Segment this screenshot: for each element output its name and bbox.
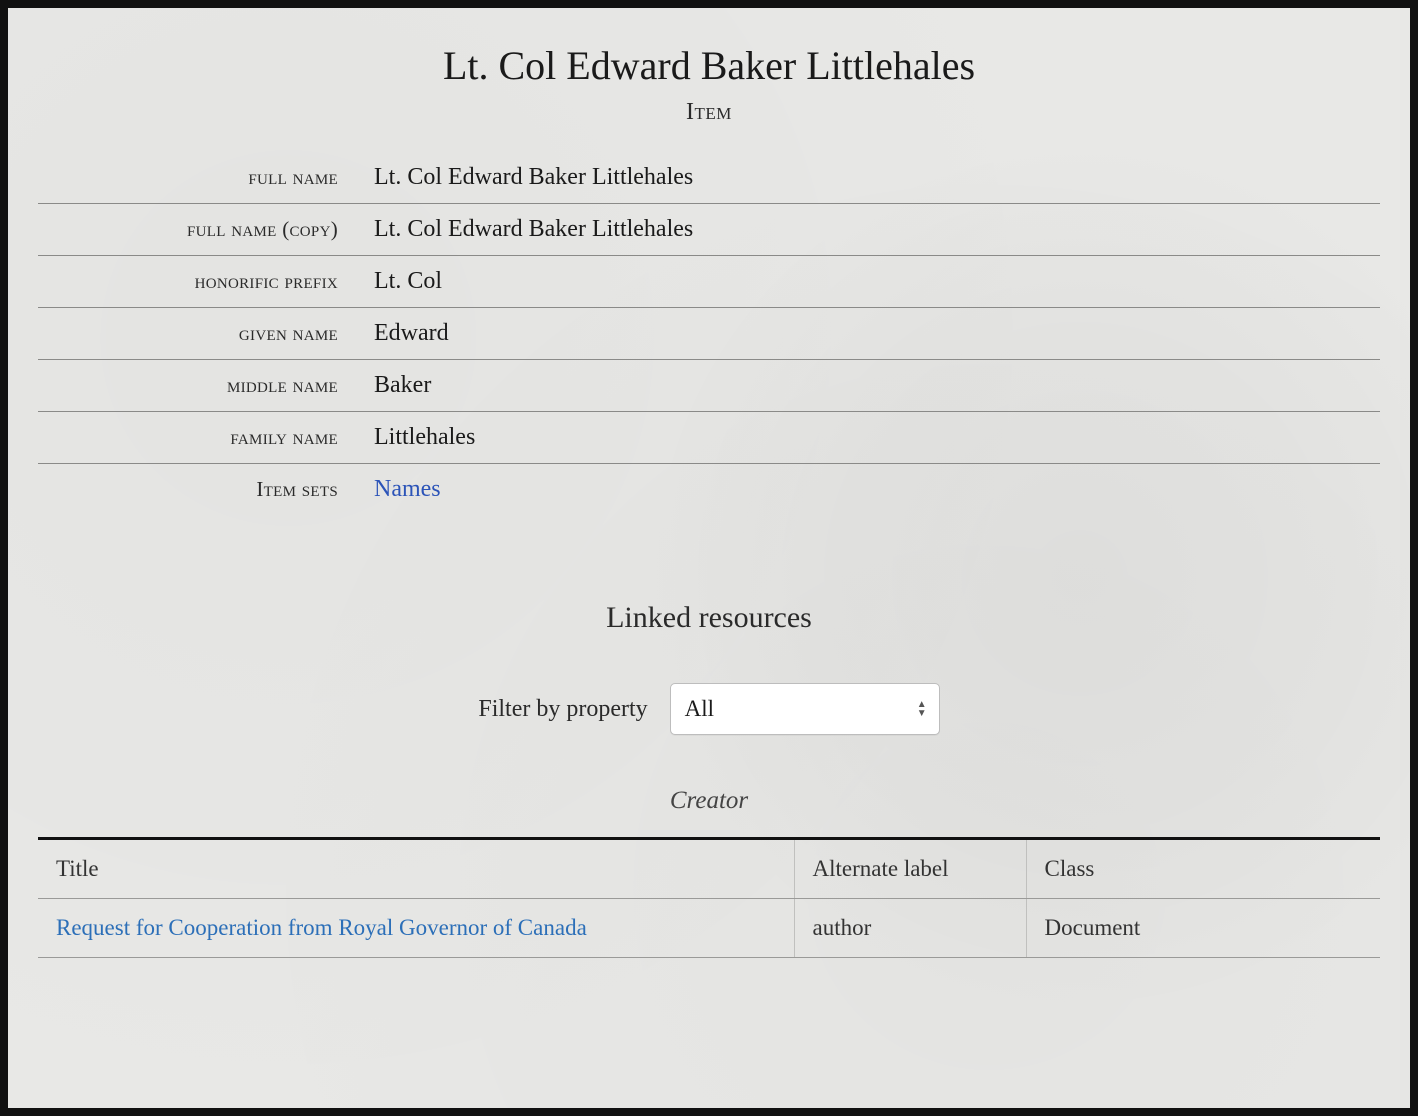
metadata-label: full name (copy): [38, 217, 374, 242]
cell-class: Document: [1026, 899, 1380, 958]
metadata-row: honorific prefixLt. Col: [38, 256, 1380, 308]
metadata-list: full nameLt. Col Edward Baker Littlehale…: [38, 152, 1380, 515]
metadata-row: given nameEdward: [38, 308, 1380, 360]
metadata-row: family nameLittlehales: [38, 412, 1380, 464]
metadata-label: middle name: [38, 373, 374, 398]
filter-select-value: All: [685, 696, 714, 722]
metadata-row: full name (copy)Lt. Col Edward Baker Lit…: [38, 204, 1380, 256]
metadata-value: Baker: [374, 372, 1380, 399]
metadata-row: full nameLt. Col Edward Baker Littlehale…: [38, 152, 1380, 204]
table-row: Request for Cooperation from Royal Gover…: [38, 899, 1380, 958]
linked-resources-heading: Linked resources: [38, 601, 1380, 635]
column-header-class: Class: [1026, 839, 1380, 899]
metadata-label: given name: [38, 321, 374, 346]
column-header-alternate-label: Alternate label: [794, 839, 1026, 899]
metadata-label: honorific prefix: [38, 269, 374, 294]
metadata-value: Lt. Col Edward Baker Littlehales: [374, 164, 1380, 191]
table-header-row: Title Alternate label Class: [38, 839, 1380, 899]
metadata-row: middle nameBaker: [38, 360, 1380, 412]
metadata-row: Item setsNames: [38, 464, 1380, 515]
metadata-label: full name: [38, 165, 374, 190]
page-title: Lt. Col Edward Baker Littlehales: [38, 42, 1380, 89]
metadata-label: family name: [38, 425, 374, 450]
filter-row: Filter by property All ▲▼: [38, 683, 1380, 735]
resource-title-link[interactable]: Request for Cooperation from Royal Gover…: [56, 915, 587, 940]
metadata-value: Lt. Col Edward Baker Littlehales: [374, 216, 1380, 243]
filter-by-property-label: Filter by property: [478, 696, 647, 723]
cell-title: Request for Cooperation from Royal Gover…: [38, 899, 794, 958]
column-header-title: Title: [38, 839, 794, 899]
metadata-label: Item sets: [38, 477, 374, 502]
metadata-value: Littlehales: [374, 424, 1380, 451]
cell-alternate-label: author: [794, 899, 1026, 958]
metadata-value: Edward: [374, 320, 1380, 347]
linked-resources-table: Title Alternate label Class Request for …: [38, 837, 1380, 958]
select-arrows-icon: ▲▼: [917, 700, 927, 718]
item-set-link[interactable]: Names: [374, 476, 441, 502]
linked-group-label: Creator: [38, 787, 1380, 815]
filter-property-select[interactable]: All ▲▼: [670, 683, 940, 735]
item-type-label: Item: [38, 99, 1380, 126]
metadata-value: Lt. Col: [374, 268, 1380, 295]
metadata-value: Names: [374, 476, 1380, 503]
